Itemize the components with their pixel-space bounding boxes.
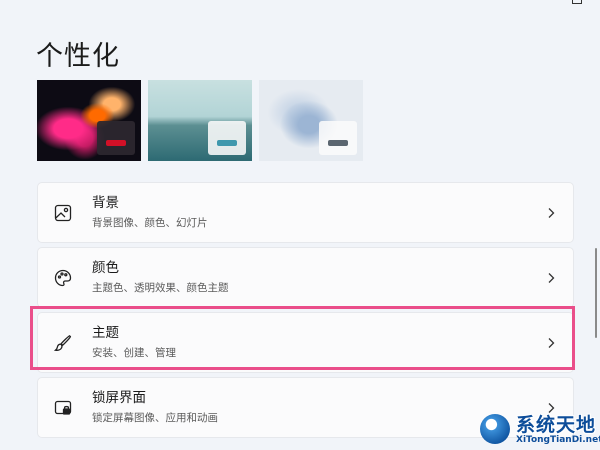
watermark-logo: 系统天地 XiTongTianDi.net [478, 408, 600, 450]
minimize-icon[interactable] [508, 0, 554, 6]
settings-item-themes[interactable]: 主题 安装、创建、管理 [37, 312, 574, 373]
scrollbar[interactable] [595, 248, 597, 338]
palette-icon [50, 268, 76, 288]
watermark-url: XiTongTianDi.net [516, 435, 600, 445]
image-icon [50, 203, 76, 223]
brush-icon [50, 333, 76, 353]
page-title: 个性化 [36, 41, 120, 72]
chevron-right-icon [539, 337, 563, 349]
theme-thumbnail-flow[interactable] [259, 80, 363, 161]
theme-thumbnails [37, 80, 363, 161]
theme-thumbnail-dark-bloom[interactable] [37, 80, 141, 161]
window-controls [508, 0, 600, 6]
settings-item-colors[interactable]: 颜色 主题色、透明效果、颜色主题 [37, 247, 574, 308]
settings-item-background[interactable]: 背景 背景图像、颜色、幻灯片 [37, 182, 574, 243]
theme-preview-window [319, 121, 357, 155]
settings-item-subtitle: 安装、创建、管理 [92, 347, 176, 359]
settings-item-title: 背景 [92, 195, 119, 211]
theme-preview-window [97, 121, 135, 155]
settings-item-subtitle: 锁定屏幕图像、应用和动画 [92, 412, 218, 424]
chevron-right-icon [539, 207, 563, 219]
theme-thumbnail-lake[interactable] [148, 80, 252, 161]
theme-preview-window [208, 121, 246, 155]
settings-item-title: 颜色 [92, 260, 119, 276]
chevron-right-icon [539, 272, 563, 284]
settings-item-title: 锁屏界面 [92, 390, 146, 406]
lock-screen-icon [50, 398, 76, 418]
settings-item-subtitle: 主题色、透明效果、颜色主题 [92, 282, 229, 294]
maximize-icon[interactable] [554, 0, 600, 6]
watermark-text: 系统天地 [516, 414, 597, 436]
settings-item-title: 主题 [92, 325, 119, 341]
settings-item-subtitle: 背景图像、颜色、幻灯片 [92, 217, 208, 229]
globe-icon [480, 414, 510, 444]
